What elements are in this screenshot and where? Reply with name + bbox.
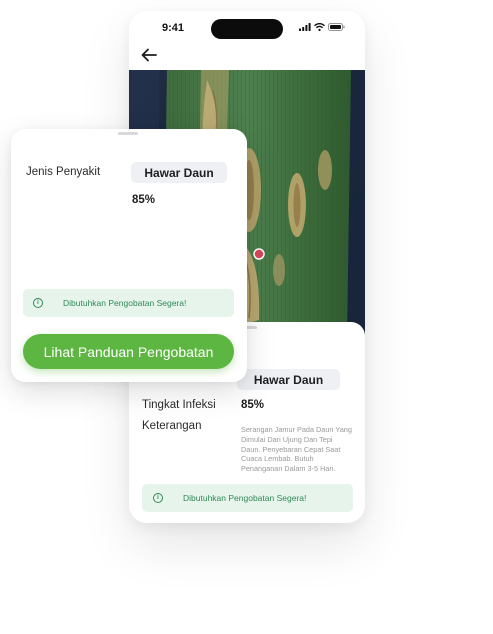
info-icon: i	[153, 493, 163, 503]
infection-value: 85%	[241, 399, 265, 411]
card-handle[interactable]	[118, 132, 138, 135]
dynamic-island	[211, 19, 283, 39]
back-button[interactable]	[139, 45, 159, 65]
disease-chip: Hawar Daun	[237, 369, 340, 390]
wifi-icon	[314, 23, 325, 31]
status-bar: 9:41	[129, 11, 365, 47]
treatment-guide-button[interactable]: Lihat Panduan Pengobatan	[23, 334, 234, 369]
infection-value: 85%	[132, 194, 156, 206]
signal-icon	[299, 23, 311, 31]
disease-label: Jenis Penyakit	[26, 166, 101, 178]
status-icons	[299, 23, 345, 31]
treatment-alert: i Dibutuhkan Pengobatan Segera!	[142, 484, 353, 512]
treatment-alert: i Dibutuhkan Pengobatan Segera!	[23, 289, 234, 317]
description-label: Keterangan	[142, 420, 202, 432]
back-arrow-icon	[141, 48, 157, 62]
alert-text: Dibutuhkan Pengobatan Segera!	[63, 298, 187, 308]
disease-chip: Hawar Daun	[131, 162, 227, 183]
status-time: 9:41	[162, 22, 185, 34]
infection-label: Tingkat Infeksi	[142, 399, 216, 411]
alert-text: Dibutuhkan Pengobatan Segera!	[183, 493, 307, 503]
info-icon: i	[33, 298, 43, 308]
infection-marker[interactable]	[253, 248, 265, 260]
battery-icon	[328, 23, 345, 31]
description-text: Serangan Jamur Pada Daun Yang Dimulai Da…	[241, 425, 352, 474]
floating-result-card: Jenis Penyakit Hawar Daun 85% i Dibutuhk…	[11, 129, 247, 382]
